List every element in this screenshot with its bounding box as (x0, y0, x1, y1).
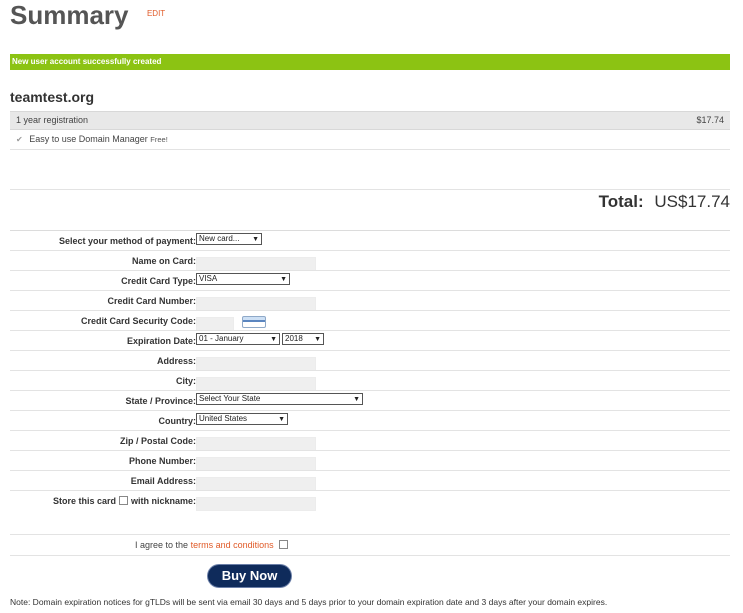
edit-link[interactable]: EDIT (147, 9, 165, 18)
payment-method-label: Select your method of payment: (58, 236, 196, 246)
dropdown-arrow-icon: ▼ (270, 336, 277, 343)
address-label: Address: (156, 356, 196, 366)
country-label: Country: (158, 416, 197, 426)
email-input[interactable] (196, 476, 316, 491)
country-row: Country: United States ▼ (10, 410, 730, 430)
payment-method-value: New card... (199, 234, 240, 243)
city-input[interactable] (196, 376, 316, 391)
payment-method-row: Select your method of payment: New card.… (10, 230, 730, 250)
expiration-month-value: 01 - January (199, 334, 244, 343)
country-value: United States (199, 414, 248, 423)
state-label: State / Province: (125, 396, 196, 406)
security-code-row: Credit Card Security Code: (10, 310, 730, 331)
zip-input[interactable] (196, 436, 316, 451)
divider (10, 534, 730, 535)
total-value: US$17.74 (654, 192, 730, 211)
terms-agreement: I agree to the terms and conditions (135, 540, 291, 550)
store-card-label-after: with nickname: (130, 496, 196, 506)
dropdown-arrow-icon: ▼ (280, 276, 287, 283)
domain-name: teamtest.org (10, 89, 95, 105)
divider (10, 189, 730, 190)
dropdown-arrow-icon: ▼ (278, 416, 285, 423)
store-card-label: Store this card with nickname: (53, 496, 196, 506)
email-row: Email Address: (10, 470, 730, 491)
state-select[interactable]: Select Your State ▼ (196, 393, 363, 405)
addon-row: ✔ Easy to use Domain Manager Free! (10, 131, 730, 150)
security-code-input[interactable] (196, 316, 234, 331)
store-card-checkbox[interactable] (118, 496, 128, 505)
success-notice: New user account successfully created (10, 54, 730, 70)
address-row: Address: (10, 350, 730, 371)
state-value: Select Your State (199, 394, 261, 403)
phone-row: Phone Number: (10, 450, 730, 471)
registration-row: 1 year registration $17.74 (10, 111, 730, 130)
payment-method-select[interactable]: New card... ▼ (196, 233, 262, 245)
city-label: City: (176, 376, 196, 386)
dropdown-arrow-icon: ▼ (314, 336, 321, 343)
credit-card-icon (242, 316, 266, 328)
store-card-label-before: Store this card (52, 496, 116, 506)
dropdown-arrow-icon: ▼ (353, 396, 360, 403)
country-select[interactable]: United States ▼ (196, 413, 288, 425)
buy-now-button[interactable]: Buy Now (208, 565, 291, 587)
phone-input[interactable] (196, 456, 316, 471)
expiration-row: Expiration Date: 01 - January ▼ 2018 ▼ (10, 330, 730, 350)
dropdown-arrow-icon: ▼ (252, 236, 259, 243)
store-card-row: Store this card with nickname: (10, 490, 730, 511)
terms-checkbox[interactable] (279, 540, 289, 549)
terms-link[interactable]: terms and conditions (191, 540, 274, 550)
expiration-label: Expiration Date: (126, 336, 196, 346)
name-on-card-input[interactable] (196, 256, 316, 271)
address-input[interactable] (196, 356, 316, 371)
page-title: Summary (10, 0, 129, 30)
checkmark-icon[interactable]: ✔ (16, 132, 23, 148)
state-row: State / Province: Select Your State ▼ (10, 390, 730, 410)
card-number-label: Credit Card Number: (107, 296, 196, 306)
expiration-note: Note: Domain expiration notices for gTLD… (10, 597, 608, 607)
payment-form: Select your method of payment: New card.… (10, 230, 730, 511)
addon-label: Easy to use Domain Manager (29, 134, 148, 144)
agree-text: I agree to the (135, 540, 189, 550)
expiration-year-select[interactable]: 2018 ▼ (282, 333, 324, 345)
card-type-row: Credit Card Type: VISA ▼ (10, 270, 730, 290)
nickname-input[interactable] (196, 496, 316, 511)
zip-row: Zip / Postal Code: (10, 430, 730, 451)
expiration-year-value: 2018 (285, 334, 303, 343)
registration-price: $17.74 (696, 115, 724, 125)
divider (10, 555, 730, 556)
card-type-select[interactable]: VISA ▼ (196, 273, 290, 285)
security-code-label: Credit Card Security Code: (80, 316, 196, 326)
city-row: City: (10, 370, 730, 391)
name-on-card-row: Name on Card: (10, 250, 730, 271)
total-line: Total: US$17.74 (599, 192, 730, 212)
summary-header: Summary EDIT (10, 0, 165, 40)
total-label: Total: (598, 192, 644, 211)
free-tag: Free! (150, 135, 168, 144)
card-type-label: Credit Card Type: (121, 276, 196, 286)
card-number-row: Credit Card Number: (10, 290, 730, 311)
expiration-month-select[interactable]: 01 - January ▼ (196, 333, 280, 345)
email-label: Email Address: (130, 476, 196, 486)
zip-label: Zip / Postal Code: (119, 436, 196, 446)
card-number-input[interactable] (196, 296, 316, 311)
registration-label: 1 year registration (16, 115, 89, 125)
name-on-card-label: Name on Card: (131, 256, 196, 266)
card-type-value: VISA (199, 274, 218, 283)
phone-label: Phone Number: (128, 456, 196, 466)
